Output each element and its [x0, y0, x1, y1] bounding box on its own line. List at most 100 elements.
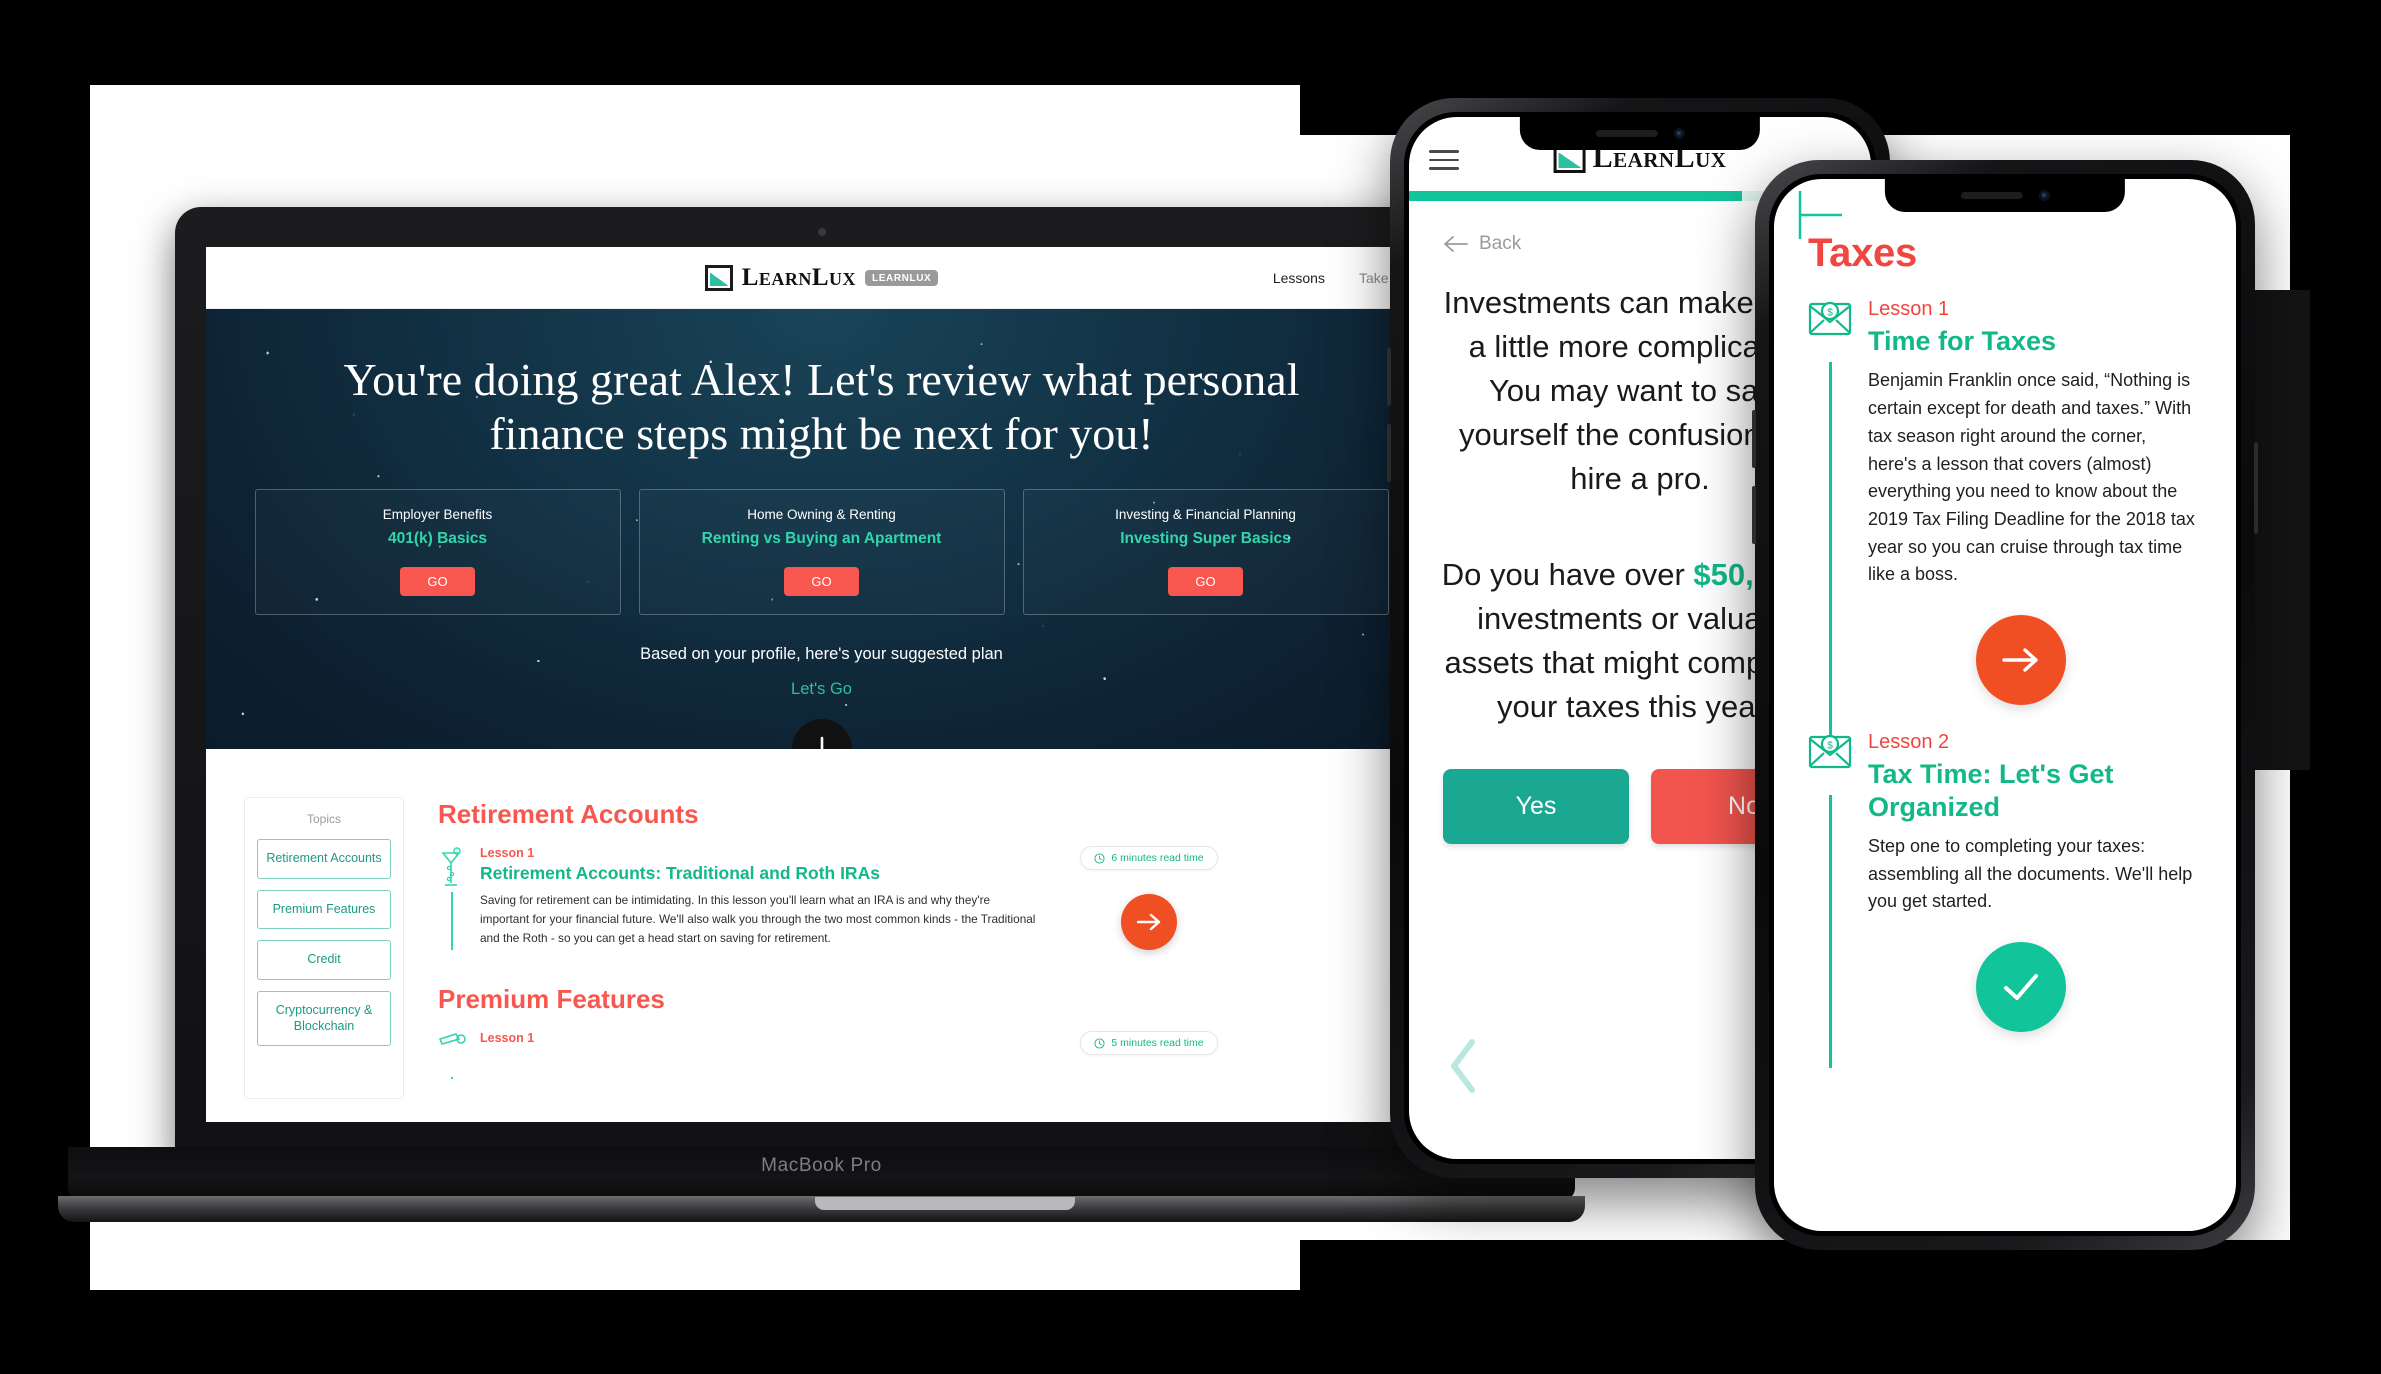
topics-heading: Topics	[306, 812, 341, 826]
lesson-progress-fill	[1409, 191, 1742, 201]
card-go-button[interactable]: GO	[784, 566, 859, 596]
card-title: Investing Super Basics	[1120, 529, 1291, 547]
suggestion-card[interactable]: Employer Benefits 401(k) Basics GO	[254, 488, 621, 615]
lesson-next-button[interactable]	[1976, 615, 2066, 706]
nav-link-lessons[interactable]: Lessons	[1273, 270, 1325, 286]
laptop-model-label: MacBook Pro	[761, 1155, 882, 1176]
answer-yes-button[interactable]: Yes	[1443, 769, 1629, 845]
lesson-timeline-rule	[451, 892, 453, 950]
card-title: Renting vs Buying an Apartment	[701, 529, 942, 547]
topics-sidebar: Topics Retirement Accounts Premium Featu…	[244, 797, 404, 1099]
laptop-base-notch	[815, 1197, 1075, 1210]
read-time-label: 6 minutes read time	[1111, 852, 1204, 864]
read-time-label: 5 minutes read time	[1111, 1037, 1204, 1049]
lesson-timeline-rule	[1829, 362, 1832, 742]
laptop-camera-icon	[817, 228, 826, 236]
chevron-left-icon	[1451, 1039, 1475, 1093]
phone-inner-bezel: Taxes $ Lesson 1 Time for Taxes Benjamin…	[1769, 174, 2241, 1236]
backdrop-bottom	[0, 1290, 2381, 1374]
svg-text:$: $	[1827, 308, 1833, 319]
money-envelope-icon: $	[1808, 298, 1852, 742]
hero-subtitle: Based on your profile, here's your sugge…	[640, 644, 1003, 663]
site-navbar: LearnLux LEARNLUX Lessons Take Acti	[206, 247, 1437, 309]
check-icon	[2004, 974, 2038, 1001]
front-camera-icon	[1673, 128, 1685, 139]
question-prefix: Do you have over	[1441, 557, 1694, 593]
lesson-number: Lesson 1	[480, 846, 535, 860]
lesson-number: Lesson 1	[480, 1031, 535, 1045]
lesson-timeline-rule	[451, 1077, 453, 1079]
lesson-number: Lesson 2	[1868, 731, 1950, 754]
previous-slide-button[interactable]	[1447, 1038, 1481, 1107]
lesson-description: Benjamin Franklin once said, “Nothing is…	[1868, 370, 2195, 585]
cocktail-icon	[438, 846, 466, 950]
chart-logo-icon	[704, 264, 733, 291]
hero-headline: You're doing great Alex! Let's review wh…	[343, 354, 1300, 459]
earpiece-speaker-icon	[1960, 192, 2023, 199]
suggestion-cards: Employer Benefits 401(k) Basics GO Home …	[206, 488, 1437, 615]
topic-item-retirement-accounts[interactable]: Retirement Accounts	[257, 839, 391, 879]
clock-icon	[1094, 1037, 1105, 1049]
laptop-screen: LearnLux LEARNLUX Lessons Take Acti You'…	[206, 247, 1437, 1122]
phone-screen-right: Taxes $ Lesson 1 Time for Taxes Benjamin…	[1774, 179, 2236, 1231]
brand-badge: LEARNLUX	[865, 269, 939, 286]
telescope-icon	[438, 1031, 466, 1079]
lesson-number: Lesson 1	[1868, 298, 1950, 320]
taxes-lesson-list: Taxes $ Lesson 1 Time for Taxes Benjamin…	[1774, 179, 2236, 1069]
svg-text:$: $	[1827, 741, 1833, 752]
lesson-next-button[interactable]	[1121, 894, 1177, 950]
backdrop-mid-right	[2250, 290, 2310, 770]
phone-volume-down-button[interactable]	[1752, 486, 1756, 544]
phone-notch	[1884, 179, 2126, 212]
topic-item-credit[interactable]: Credit	[257, 940, 391, 980]
lesson-title[interactable]: Time for Taxes	[1868, 325, 2198, 357]
section-heading-premium-features: Premium Features	[438, 984, 665, 1014]
backdrop-left	[0, 85, 90, 1290]
card-category: Investing & Financial Planning	[1115, 506, 1296, 522]
topic-item-premium-features[interactable]: Premium Features	[257, 889, 391, 930]
card-category: Home Owning & Renting	[747, 506, 896, 522]
card-go-button[interactable]: GO	[400, 566, 475, 596]
clock-icon	[1094, 852, 1105, 864]
lesson-complete-button[interactable]	[1976, 942, 2066, 1033]
lesson-row: $ Lesson 1 Time for Taxes Benjamin Frank…	[1808, 298, 2198, 742]
arrow-left-icon	[1444, 236, 1468, 252]
arrow-right-icon	[1136, 913, 1161, 931]
arrow-down-icon	[820, 736, 823, 749]
suggestion-card[interactable]: Investing & Financial Planning Investing…	[1022, 488, 1389, 615]
timeline-corner-decoration	[1798, 191, 1842, 239]
lesson-title[interactable]: Tax Time: Let's Get Organized	[1868, 758, 2198, 823]
section-heading-retirement-accounts: Retirement Accounts	[438, 799, 699, 829]
arrow-right-icon	[2002, 648, 2038, 672]
laptop-lid: LearnLux LEARNLUX Lessons Take Acti You'…	[175, 207, 1468, 1162]
suggestion-card[interactable]: Home Owning & Renting Renting vs Buying …	[638, 488, 1005, 615]
lesson-timeline-rule	[1829, 795, 1832, 1069]
backdrop-top-left	[0, 0, 2381, 85]
hamburger-menu-icon[interactable]	[1429, 144, 1459, 176]
money-envelope-icon: $	[1808, 731, 1852, 1069]
card-category: Employer Benefits	[382, 506, 493, 522]
lesson-row: Lesson 1 Retirement Accounts: Traditiona…	[438, 846, 1407, 970]
read-time-badge: 6 minutes read time	[1080, 846, 1218, 870]
back-label: Back	[1479, 233, 1522, 254]
lessons-area: Topics Retirement Accounts Premium Featu…	[206, 749, 1437, 1099]
screenshot-root: LearnLux LEARNLUX Lessons Take Acti You'…	[0, 0, 2381, 1374]
brand-logo[interactable]: LearnLux LEARNLUX	[704, 263, 939, 292]
front-camera-icon	[2038, 190, 2050, 201]
laptop-bezel-chin: MacBook Pro	[68, 1147, 1575, 1200]
hero-cta-link[interactable]: Let's Go	[206, 680, 1437, 699]
phone-volume-up-button[interactable]	[1752, 410, 1756, 468]
earpiece-speaker-icon	[1595, 130, 1658, 137]
iphone-device-right: Taxes $ Lesson 1 Time for Taxes Benjamin…	[1752, 160, 2258, 1250]
lesson-description: Step one to completing your taxes: assem…	[1868, 835, 2193, 912]
phone-notch	[1519, 117, 1761, 150]
lesson-row: $ Lesson 2 Tax Time: Let's Get Organized…	[1808, 731, 2198, 1069]
hero-section: You're doing great Alex! Let's review wh…	[206, 309, 1437, 749]
card-go-button[interactable]: GO	[1168, 566, 1243, 596]
lesson-description: Saving for retirement can be intimidatin…	[480, 893, 1036, 946]
topic-item-cryptocurrency-blockchain[interactable]: Cryptocurrency & Blockchain	[257, 990, 391, 1047]
lesson-title[interactable]: Retirement Accounts: Traditional and Rot…	[480, 863, 1040, 884]
phone-power-button[interactable]	[2254, 442, 2258, 534]
page-title: Taxes	[1808, 231, 1917, 275]
brand-name: LearnLux	[741, 263, 857, 291]
